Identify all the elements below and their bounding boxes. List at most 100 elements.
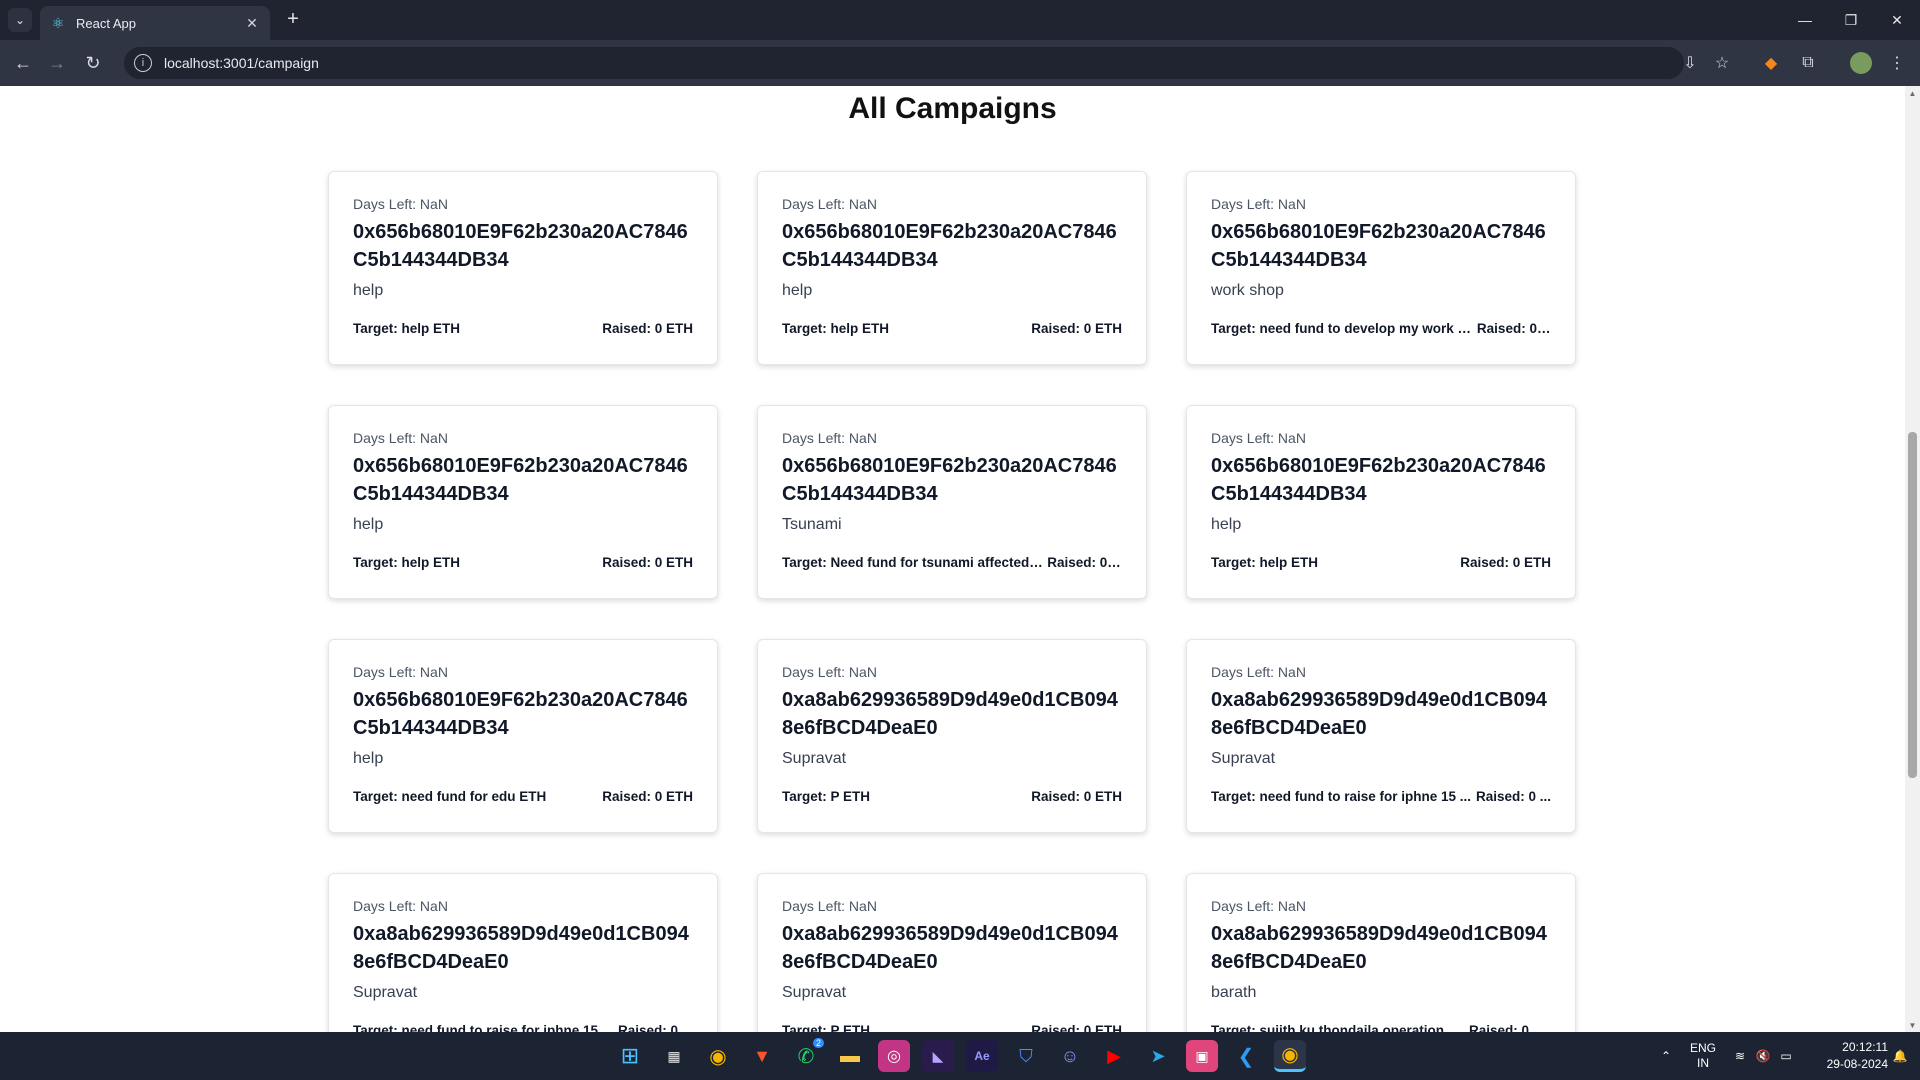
target-amount: Target: P ETH (782, 789, 871, 804)
close-window-button[interactable]: ✕ (1874, 0, 1920, 40)
owner-address: 0xa8ab629936589D9d49e0d1CB0948e6fBCD4Dea… (782, 923, 1118, 973)
owner-address: 0xa8ab629936589D9d49e0d1CB0948e6fBCD4Dea… (1211, 923, 1547, 973)
notification-bell-icon[interactable]: 🔔 (1890, 1032, 1910, 1080)
wifi-icon[interactable]: ≋ (1730, 1032, 1750, 1080)
reload-button[interactable]: ↻ (80, 50, 106, 76)
bitwarden-icon[interactable]: ⛉ (1010, 1040, 1042, 1072)
restore-button[interactable]: ❐ (1828, 0, 1874, 40)
raised-amount: Raised: 0 ETH (602, 789, 693, 804)
after-effects-icon[interactable]: Ae (966, 1040, 998, 1072)
target-amount: Target: need fund for edu ETH (353, 789, 547, 804)
telegram-icon[interactable]: ➤ (1142, 1040, 1174, 1072)
url-text: localhost:3001/campaign (164, 55, 319, 71)
raised-amount: Raised: 0 ETH (602, 321, 693, 336)
raised-amount: Raised: 0 ... (1475, 789, 1551, 804)
raised-amount: Raised: 0 ETH (1031, 1023, 1122, 1032)
premiere-icon[interactable]: ◣ (922, 1040, 954, 1072)
days-left: Days Left: NaN (1211, 430, 1306, 446)
chrome-active-icon[interactable]: ◉ (1274, 1040, 1306, 1072)
owner-address: 0x656b68010E9F62b230a20AC7846C5b144344DB… (782, 221, 1117, 271)
language-line1: ENG (1689, 1041, 1716, 1055)
react-favicon-icon: ⚛ (51, 14, 65, 31)
campaign-card[interactable]: Days Left: NaN 0x656b68010E9F62b230a20AC… (328, 171, 718, 365)
vscode-icon[interactable]: ❮ (1230, 1040, 1262, 1072)
start-icon[interactable]: ⊞ (614, 1040, 646, 1072)
tab-close-icon[interactable]: ✕ (244, 15, 260, 31)
battery-icon[interactable]: ▭ (1776, 1032, 1796, 1080)
raised-amount: Raised: 0 ... (617, 1023, 693, 1032)
campaign-card[interactable]: Days Left: NaN 0xa8ab629936589D9d49e0d1C… (1186, 873, 1576, 1032)
raised-amount: Raised: 0.5... (1468, 1023, 1551, 1032)
address-bar[interactable]: i localhost:3001/campaign (124, 47, 1684, 79)
scrollbar-thumb[interactable] (1908, 432, 1917, 778)
language-indicator[interactable]: ENG IN (1688, 1032, 1718, 1080)
campaign-grid: Days Left: NaN 0x656b68010E9F62b230a20AC… (328, 171, 1576, 1032)
campaign-card[interactable]: Days Left: NaN 0x656b68010E9F62b230a20AC… (1186, 405, 1576, 599)
chrome-icon[interactable]: ◉ (702, 1040, 734, 1072)
campaign-title: Supravat (782, 984, 847, 1001)
raised-amount: Raised: 0 ETH (1031, 321, 1122, 336)
system-clock[interactable]: 20:12:11 29-08-2024 (1808, 1039, 1888, 1073)
instagram-icon[interactable]: ◎ (878, 1040, 910, 1072)
owner-address: 0x656b68010E9F62b230a20AC7846C5b144344DB… (782, 455, 1117, 505)
back-button[interactable]: ← (10, 50, 36, 76)
raised-amount: Raised: 0 ETH (602, 555, 693, 570)
owner-address: 0x656b68010E9F62b230a20AC7846C5b144344DB… (353, 221, 688, 271)
campaign-title: work shop (1211, 282, 1284, 299)
minimize-button[interactable]: — (1782, 0, 1828, 40)
clock-date: 29-08-2024 (1826, 1057, 1888, 1071)
new-tab-button[interactable]: + (282, 9, 304, 31)
bookmark-star-icon[interactable]: ☆ (1711, 52, 1733, 74)
profile-avatar-icon[interactable] (1850, 52, 1872, 74)
site-info-icon[interactable]: i (134, 54, 152, 72)
brave-icon[interactable]: ▼ (746, 1040, 778, 1072)
campaign-card[interactable]: Days Left: NaN 0x656b68010E9F62b230a20AC… (328, 405, 718, 599)
target-amount: Target: need fund to raise for iphne 15 … (353, 1023, 614, 1032)
campaign-card[interactable]: Days Left: NaN 0xa8ab629936589D9d49e0d1C… (328, 873, 718, 1032)
tab-search-button[interactable]: ⌄ (8, 8, 32, 32)
store-icon[interactable]: ▦ (658, 1040, 690, 1072)
days-left: Days Left: NaN (782, 430, 877, 446)
campaign-card[interactable]: Days Left: NaN 0xa8ab629936589D9d49e0d1C… (757, 873, 1147, 1032)
raised-amount: Raised: 0 ETH (1031, 789, 1122, 804)
days-left: Days Left: NaN (1211, 664, 1306, 680)
campaign-title: help (353, 282, 384, 299)
campaign-card[interactable]: Days Left: NaN 0x656b68010E9F62b230a20AC… (757, 171, 1147, 365)
campaign-title: Tsunami (782, 516, 842, 533)
target-amount: Target: need fund to raise for iphne 15 … (1211, 789, 1472, 804)
campaign-card[interactable]: Days Left: NaN 0xa8ab629936589D9d49e0d1C… (757, 639, 1147, 833)
owner-address: 0xa8ab629936589D9d49e0d1CB0948e6fBCD4Dea… (782, 689, 1118, 739)
file-explorer-icon[interactable]: ▬ (834, 1040, 866, 1072)
whatsapp-icon[interactable]: ✆ 2 (790, 1038, 824, 1072)
discord-icon[interactable]: ☺ (1054, 1040, 1086, 1072)
metamask-extension-icon[interactable]: ◆ (1760, 52, 1782, 74)
install-app-icon[interactable]: ⇩ (1679, 52, 1701, 74)
tray-overflow-chevron-icon[interactable]: ⌃ (1656, 1032, 1676, 1080)
browser-menu-icon[interactable]: ⋮ (1886, 52, 1908, 74)
days-left: Days Left: NaN (782, 196, 877, 212)
campaign-card[interactable]: Days Left: NaN 0x656b68010E9F62b230a20AC… (1186, 171, 1576, 365)
campaign-card[interactable]: Days Left: NaN 0x656b68010E9F62b230a20AC… (757, 405, 1147, 599)
days-left: Days Left: NaN (1211, 898, 1306, 914)
target-amount: Target: sujith ku thondaila operation 5.… (1211, 1023, 1465, 1032)
volume-muted-icon[interactable]: 🔇 (1753, 1032, 1773, 1080)
scroll-down-arrow-icon[interactable]: ▼ (1905, 1018, 1920, 1032)
days-left: Days Left: NaN (782, 898, 877, 914)
owner-address: 0x656b68010E9F62b230a20AC7846C5b144344DB… (353, 689, 688, 739)
campaign-card[interactable]: Days Left: NaN 0x656b68010E9F62b230a20AC… (328, 639, 718, 833)
photo-icon[interactable]: ▣ (1186, 1040, 1218, 1072)
forward-button[interactable]: → (44, 50, 70, 76)
target-amount: Target: Need fund for tsunami affected .… (782, 555, 1044, 570)
browser-tabbar: ⌄ ⚛ React App ✕ + — ❐ ✕ (0, 0, 1920, 40)
scroll-up-arrow-icon[interactable]: ▲ (1905, 86, 1920, 100)
campaign-card[interactable]: Days Left: NaN 0xa8ab629936589D9d49e0d1C… (1186, 639, 1576, 833)
extensions-puzzle-icon[interactable]: ⧉ (1797, 52, 1819, 74)
youtube-icon[interactable]: ▶ (1098, 1040, 1130, 1072)
target-amount: Target: help ETH (353, 555, 461, 570)
owner-address: 0x656b68010E9F62b230a20AC7846C5b144344DB… (1211, 455, 1546, 505)
browser-tab[interactable]: ⚛ React App ✕ (40, 6, 270, 40)
campaign-title: barath (1211, 984, 1257, 1001)
page-scrollbar[interactable]: ▲ ▼ (1905, 86, 1920, 1032)
owner-address: 0x656b68010E9F62b230a20AC7846C5b144344DB… (353, 455, 688, 505)
campaign-title: Supravat (782, 750, 847, 767)
